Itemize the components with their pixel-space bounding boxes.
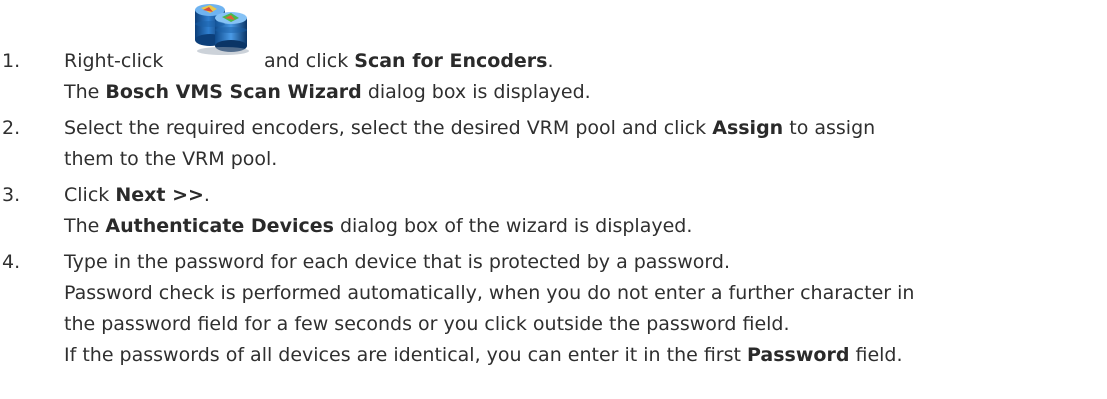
step-4-line-3: the password field for a few seconds or … <box>64 309 790 340</box>
text: If the passwords of all devices are iden… <box>64 344 748 366</box>
text: Click <box>64 184 116 206</box>
text: Password check is performed automaticall… <box>64 282 915 304</box>
step-4-line-1: Type in the password for each device tha… <box>64 247 730 278</box>
text: the password field for a few seconds or … <box>64 313 790 335</box>
text: Type in the password for each device tha… <box>64 251 730 273</box>
text: to assign <box>783 117 876 139</box>
step-number: 4. <box>2 251 21 273</box>
step-4-line-4: If the passwords of all devices are iden… <box>64 340 903 371</box>
text: and click <box>264 50 355 72</box>
step-2-line-2: them to the VRM pool. <box>64 144 277 175</box>
text: . <box>203 184 210 206</box>
text: The <box>64 215 106 237</box>
step-2-line-1: Select the required encoders, select the… <box>64 113 875 144</box>
step-number: 2. <box>2 117 21 139</box>
ui-term: Scan for Encoders <box>354 50 548 72</box>
ui-term: Bosch VMS Scan Wizard <box>105 81 362 103</box>
step-3-line-1: Click Next >>. <box>64 180 210 211</box>
text: The <box>64 81 106 103</box>
step-1-line-1-cont: and click Scan for Encoders. <box>264 46 554 77</box>
text: Select the required encoders, select the… <box>64 117 713 139</box>
step-number: 1. <box>2 50 21 72</box>
text: . <box>547 50 554 72</box>
ui-term: Authenticate Devices <box>105 215 334 237</box>
text: field. <box>849 344 903 366</box>
step-3-line-2: The Authenticate Devices dialog box of t… <box>64 211 692 242</box>
text: Right-click <box>64 50 164 72</box>
step-1-line-1: Right-click <box>64 46 163 77</box>
ui-term: Next >> <box>115 184 204 206</box>
vrm-pool-database-icon <box>189 0 254 56</box>
instruction-document: 1. Right-click and click Scan for Encode… <box>0 0 1107 399</box>
text: dialog box of the wizard is displayed. <box>333 215 693 237</box>
ui-term: Assign <box>712 117 784 139</box>
step-4-line-2: Password check is performed automaticall… <box>64 278 914 309</box>
text: dialog box is displayed. <box>361 81 591 103</box>
ui-term: Password <box>747 344 850 366</box>
step-1-line-2: The Bosch VMS Scan Wizard dialog box is … <box>64 77 591 108</box>
step-number: 3. <box>2 184 21 206</box>
text: them to the VRM pool. <box>64 148 278 170</box>
